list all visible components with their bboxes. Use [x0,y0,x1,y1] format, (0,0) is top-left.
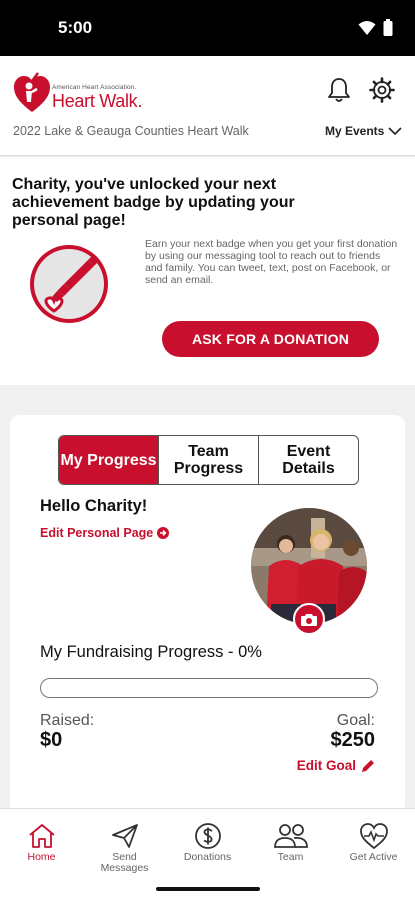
heartbeat-icon [359,823,388,850]
app-header: American Heart Association. Heart Walk. … [0,56,415,156]
status-time: 5:00 [58,18,93,37]
team-icon [273,824,308,848]
camera-icon [301,613,317,626]
paper-plane-icon [111,824,138,848]
edit-goal-label: Edit Goal [296,758,356,773]
tab-team-progress[interactable]: Team Progress [159,436,259,484]
raised-label: Raised: [40,712,95,729]
gesture-bar-area [0,878,415,900]
chevron-down-icon [388,126,402,135]
nav-send-messages-label: Send Messages [100,851,149,874]
status-bar: 5:00 [0,0,415,56]
app-name: Heart Walk. [52,91,143,111]
nav-team-label: Team [277,851,304,863]
badge-title: Charity, you've unlocked your next achie… [12,176,295,229]
goal-label: Goal: [336,712,375,729]
bell-icon[interactable] [326,76,352,104]
edit-goal-link[interactable]: Edit Goal [297,758,375,773]
nav-get-active-label: Get Active [349,851,398,863]
bottom-navigation: Home Send Messages Donations Team Get Ac… [0,808,415,878]
pencil-icon [362,759,374,772]
pencil-heart-badge-icon [30,245,108,323]
tab-my-progress[interactable]: My Progress [59,436,159,484]
change-photo-button[interactable] [293,603,325,635]
nav-home-label: Home [27,851,56,863]
greeting: Hello Charity! [40,497,148,515]
nav-get-active[interactable]: Get Active [332,809,415,878]
home-icon [28,824,55,848]
nav-donations-label: Donations [183,851,232,863]
wifi-icon [358,20,376,35]
my-events-label: My Events [325,124,385,138]
dollar-circle-icon [194,823,221,849]
arrow-circle-right-icon [157,527,170,539]
badge-description: Earn your next badge when you get your f… [145,238,398,286]
ask-for-donation-button[interactable]: ASK FOR A DONATION [162,321,379,357]
event-name: 2022 Lake & Geauga Counties Heart Walk [13,124,249,138]
app-screen: 5:00 American Heart Association. Heart W… [0,0,415,900]
fundraising-progress-bar [40,678,378,698]
nav-send-messages[interactable]: Send Messages [83,809,166,878]
goal-value: $250 [330,729,376,751]
fundraising-progress-label: My Fundraising Progress - 0% [40,643,262,661]
edit-personal-page-link[interactable]: Edit Personal Page [40,526,170,540]
nav-donations[interactable]: Donations [166,809,249,878]
progress-card: My Progress Team Progress Event Details … [10,415,405,815]
heart-walk-logo [14,72,50,112]
edit-personal-page-label: Edit Personal Page [40,526,154,540]
status-icons [358,19,393,36]
gesture-handle[interactable] [156,887,260,891]
nav-home[interactable]: Home [0,809,83,878]
achievement-badge-section: Charity, you've unlocked your next achie… [0,157,415,385]
organization-name: American Heart Association. [52,84,137,91]
tab-event-details[interactable]: Event Details [259,436,358,484]
my-events-dropdown[interactable]: My Events [325,124,402,138]
battery-icon [383,19,393,36]
raised-value: $0 [40,729,63,751]
nav-team[interactable]: Team [249,809,332,878]
settings-icon[interactable] [368,76,396,104]
progress-tabs: My Progress Team Progress Event Details [58,435,359,485]
